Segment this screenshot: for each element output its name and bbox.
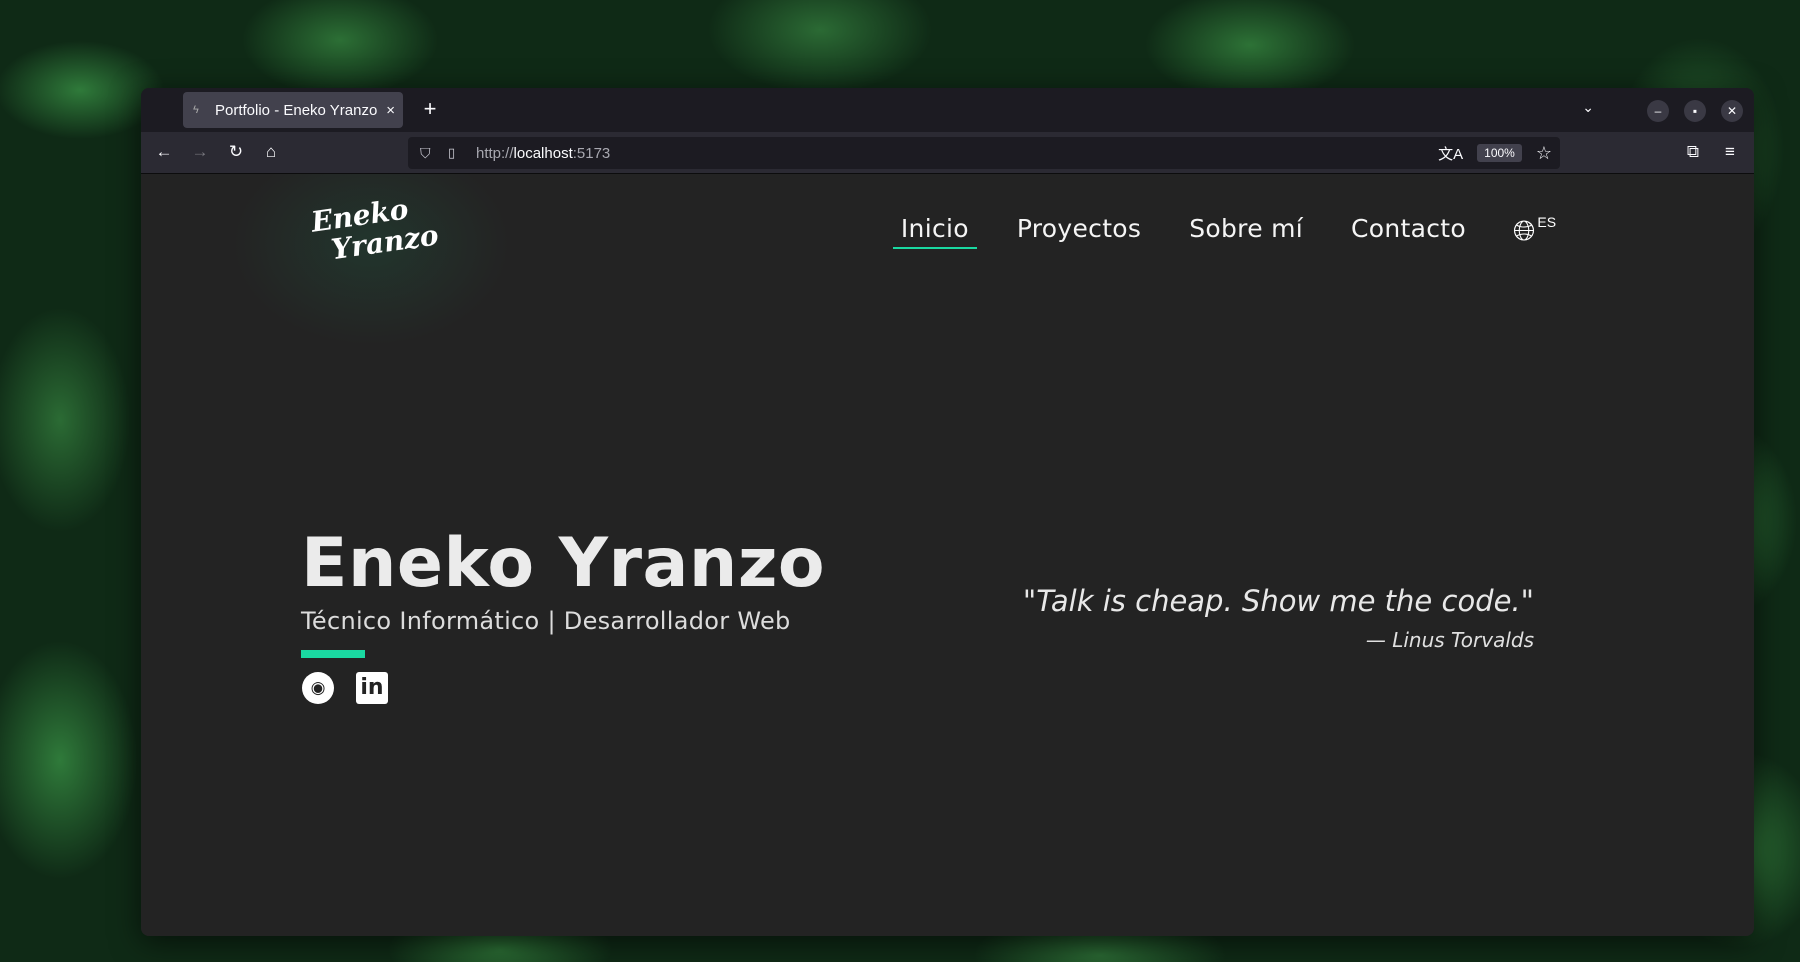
home-icon[interactable]: ⌂ <box>260 142 282 162</box>
nav-proyectos[interactable]: Proyectos <box>1009 214 1149 249</box>
bookmark-star-icon[interactable]: ☆ <box>1536 143 1552 164</box>
loading-icon: ϟ <box>193 104 199 116</box>
new-tab-button[interactable]: + <box>417 96 443 122</box>
url-port: :5173 <box>572 144 611 162</box>
nav-sobre-mi[interactable]: Sobre mí <box>1181 214 1311 249</box>
accent-bar <box>301 650 365 658</box>
linkedin-link[interactable]: in <box>355 671 389 705</box>
url-protocol: http:// <box>476 144 514 162</box>
extensions-icon[interactable]: ⧉ <box>1682 142 1704 162</box>
quote-text: "Talk is cheap. Show me the code." <box>1022 584 1534 618</box>
url-bar[interactable]: ⛉ ▯ http://localhost:5173 文A 100% ☆ <box>408 137 1560 169</box>
navigation-toolbar: ← → ↻ ⌂ ⛉ ▯ http://localhost:5173 文A 100… <box>141 132 1754 174</box>
tab-portfolio[interactable]: ϟ Portfolio - Eneko Yranzo × <box>183 92 403 128</box>
close-tab-icon[interactable]: × <box>386 102 395 119</box>
social-links: ◉ in <box>301 671 389 705</box>
reload-icon[interactable]: ↻ <box>225 142 247 162</box>
browser-window: ϟ Portfolio - Eneko Yranzo × + ⌄ – ▪ ✕ ←… <box>141 88 1754 936</box>
tab-bar: ϟ Portfolio - Eneko Yranzo × + ⌄ – ▪ ✕ <box>141 88 1754 132</box>
globe-icon: 🌐︎ <box>1513 215 1536 246</box>
linkedin-icon: in <box>356 672 388 704</box>
nav-inicio[interactable]: Inicio <box>892 214 977 249</box>
maximize-icon[interactable]: ▪ <box>1684 100 1706 122</box>
translate-icon[interactable]: 文A <box>1438 143 1463 164</box>
main-nav: Inicio Proyectos Sobre mí Contacto <box>892 214 1474 249</box>
page-content: Eneko Yranzo Inicio Proyectos Sobre mí C… <box>141 174 1754 936</box>
shield-icon[interactable]: ⛉ <box>420 145 438 162</box>
hero-subtitle: Técnico Informático | Desarrollador Web <box>301 607 791 635</box>
github-icon: ◉ <box>302 672 334 704</box>
quote-author: — Linus Torvalds <box>1365 628 1534 652</box>
tab-title: Portfolio - Eneko Yranzo <box>215 101 378 119</box>
close-window-icon[interactable]: ✕ <box>1721 100 1743 122</box>
page-icon[interactable]: ▯ <box>448 145 466 161</box>
chevron-down-icon[interactable]: ⌄ <box>1582 99 1594 116</box>
github-link[interactable]: ◉ <box>301 671 335 705</box>
hero-name: Eneko Yranzo <box>301 524 826 603</box>
language-switcher[interactable]: 🌐︎ ES <box>1513 214 1557 246</box>
forward-icon[interactable]: → <box>189 142 211 162</box>
zoom-level[interactable]: 100% <box>1477 144 1522 162</box>
minimize-icon[interactable]: – <box>1647 100 1669 122</box>
nav-contacto[interactable]: Contacto <box>1343 214 1474 249</box>
language-code: ES <box>1537 214 1557 230</box>
url-host: localhost <box>513 144 573 162</box>
menu-icon[interactable]: ≡ <box>1719 142 1741 162</box>
back-icon[interactable]: ← <box>153 142 175 162</box>
